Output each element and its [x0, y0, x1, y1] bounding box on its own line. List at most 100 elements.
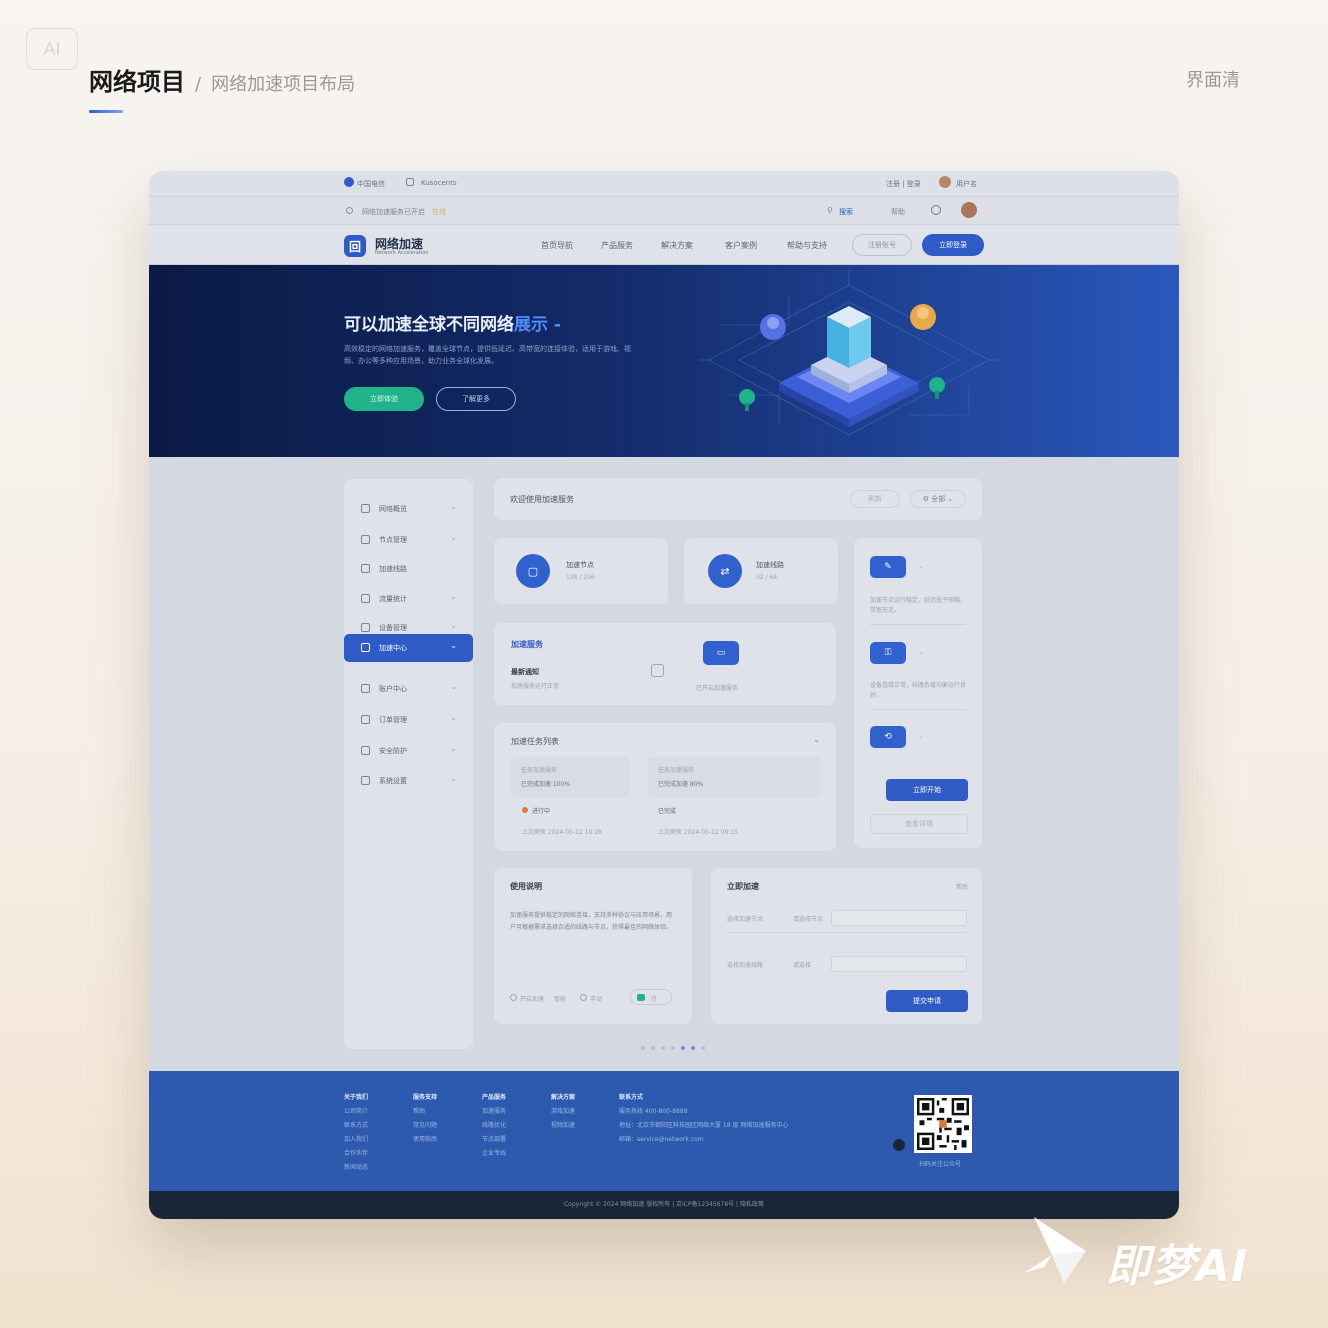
sidebar-item-settings[interactable]: 系统设置 ⌄ [344, 767, 473, 795]
stat-card-lines[interactable]: ⇄ 加速线路 32 / 64 [684, 538, 838, 604]
sidebar-item-overview[interactable]: 网络概览 ⌄ [344, 495, 473, 523]
sidebar-item-label: 订单管理 [379, 716, 407, 724]
footer-col-about: 关于我们 公司简介 联系方式 加入我们 合作伙伴 新闻动态 [344, 1091, 368, 1175]
pagination-dots[interactable] [641, 1046, 705, 1050]
nav-item-cases[interactable]: 客户案例 [725, 240, 757, 251]
panel-item-text: 加速节点运行稳定，延迟低于预期，带宽充足。 [870, 597, 967, 614]
login-register-link[interactable]: 注册 | 登录 [886, 179, 921, 189]
utility-tab[interactable]: Kusocents [421, 179, 457, 187]
accelerate-form-card: 立即加速 帮助 选择加速节点 请选择节点 选择加速线路 请选择 提交申请 [711, 868, 982, 1024]
footer-link[interactable]: 使用指南 [413, 1133, 437, 1147]
footer-col-heading: 服务支持 [413, 1094, 438, 1101]
pagination-dot[interactable] [651, 1046, 655, 1050]
nav-item-solutions[interactable]: 解决方案 [661, 240, 693, 251]
toggle-switch-icon[interactable]: ▭ [703, 641, 739, 665]
sidebar-item-acceleration[interactable]: 加速中心 ⌄ [344, 634, 473, 662]
footer-link[interactable]: 合作伙伴 [344, 1147, 368, 1161]
nav-item-support[interactable]: 帮助与支持 [787, 240, 827, 251]
user-avatar[interactable] [961, 202, 977, 218]
sidebar-item-nodes[interactable]: 节点管理 ⌄ [344, 526, 473, 554]
pagination-dot[interactable] [671, 1046, 675, 1050]
node-select-field[interactable] [831, 910, 967, 926]
pagination-dot[interactable] [691, 1046, 695, 1050]
route-icon [361, 564, 370, 573]
avatar[interactable] [939, 176, 951, 188]
camera-icon[interactable] [893, 1139, 905, 1151]
notice-card-subtitle: 最新通知 [511, 668, 539, 676]
sidebar: 网络概览 ⌄ 节点管理 ⌄ 加速线路 流量统计 ⌄ 设备管理 ⌄ 加速中心 ⌄ [344, 479, 473, 1049]
footer-text: 服务热线 400-800-8888 [619, 1108, 688, 1115]
toggle-switch[interactable]: 开 [630, 989, 672, 1005]
utility-bar: 中国电信 Kusocents 注册 | 登录 用户名 [149, 171, 1179, 197]
chevron-down-icon: ⌄ [918, 648, 924, 656]
footer-link[interactable]: 游戏加速 [551, 1105, 575, 1119]
pagination-dot[interactable] [701, 1046, 705, 1050]
radio-icon[interactable] [580, 994, 587, 1001]
brand-icon [344, 177, 354, 187]
sidebar-item-orders[interactable]: 订单管理 ⌄ [344, 706, 473, 734]
footer-text: 邮箱：service@network.com [619, 1136, 704, 1143]
task-item[interactable]: 任务加速服务 已完成加速 100% [511, 757, 630, 797]
filter-select[interactable]: ⚙ 全部 ⌄ [910, 490, 966, 508]
pagination-dot[interactable] [661, 1046, 665, 1050]
hero-secondary-button[interactable]: 了解更多 [436, 387, 516, 411]
footer-link[interactable]: 公司简介 [344, 1105, 368, 1119]
hero-description: 高效稳定的网络加速服务，覆盖全球节点，提供低延迟、高带宽的连接体验，适用于游戏、… [344, 345, 631, 365]
chevron-down-icon: ⌄ [450, 744, 457, 753]
service-notice-card: 加速服务 最新通知 加速服务运行正常 ▭ 已开启加速服务 [494, 623, 836, 705]
message-icon[interactable] [931, 205, 941, 215]
footer-link[interactable]: 企业专线 [482, 1147, 506, 1161]
usage-guide-card: 使用说明 加速服务提供稳定的网络连接，支持多种协议与应用场景。用户可根据需求选择… [494, 868, 692, 1024]
footer-col-heading: 联系方式 [619, 1094, 644, 1101]
option-label[interactable]: 智能 [554, 994, 566, 1003]
website-mockup: 中国电信 Kusocents 注册 | 登录 用户名 网络加速服务已开启 在线 … [149, 171, 1179, 1219]
footer-link[interactable]: 新闻动态 [344, 1161, 368, 1175]
chevron-down-icon[interactable]: ⌄ [813, 735, 820, 744]
footer-link[interactable]: 加入我们 [344, 1133, 368, 1147]
stat-card-nodes[interactable]: ▢ 加速节点 128 / 256 [494, 538, 668, 604]
qr-code-icon[interactable] [914, 1095, 972, 1153]
nav-item-home[interactable]: 首页导航 [541, 240, 573, 251]
sidebar-item-lines[interactable]: 加速线路 [344, 555, 473, 583]
details-button[interactable]: 查看详情 [870, 814, 968, 834]
footer-link[interactable]: 视频加速 [551, 1119, 575, 1133]
option-label[interactable]: 开启加速 [520, 994, 544, 1003]
register-button[interactable]: 注册账号 [852, 234, 912, 256]
edit-icon[interactable]: ✎ [870, 556, 906, 578]
lock-icon[interactable]: ⚿ [870, 642, 906, 664]
search-icon[interactable]: ⚲ [827, 206, 833, 215]
task-item[interactable]: 任务加速服务 已完成加速 80% [648, 757, 820, 797]
footer-link[interactable]: 常见问题 [413, 1119, 437, 1133]
isometric-server-illustration [699, 270, 999, 436]
line-select-field[interactable] [831, 956, 967, 972]
help-link[interactable]: 帮助 [891, 207, 905, 217]
pagination-dot[interactable] [641, 1046, 645, 1050]
footer-link[interactable]: 线路优化 [482, 1119, 506, 1133]
chevron-down-icon: ⌄ [450, 592, 457, 601]
logo-icon[interactable]: 回 [344, 235, 366, 257]
login-button[interactable]: 立即登录 [922, 234, 984, 256]
sidebar-item-traffic[interactable]: 流量统计 ⌄ [344, 585, 473, 613]
radio-icon[interactable] [510, 994, 517, 1001]
start-button[interactable]: 立即开始 [886, 779, 968, 801]
status-dot-icon [522, 807, 528, 813]
pagination-dot-active[interactable] [681, 1046, 685, 1050]
sidebar-item-security[interactable]: 安全防护 ⌄ [344, 737, 473, 765]
task-title: 任务加速服务 [521, 767, 558, 774]
hero-primary-button[interactable]: 立即体验 [344, 387, 424, 411]
submit-button[interactable]: 提交申请 [886, 990, 968, 1012]
form-help-tag[interactable]: 帮助 [956, 882, 968, 891]
footer-link[interactable]: 加速服务 [482, 1105, 506, 1119]
main-navbar: 回 网络加速 Network Acceleration 首页导航 产品服务 解决… [149, 225, 1179, 265]
refresh-button[interactable]: 刷新 [850, 490, 900, 508]
footer-link[interactable]: 节点部署 [482, 1133, 506, 1147]
option-label[interactable]: 手动 [590, 994, 602, 1003]
nav-item-products[interactable]: 产品服务 [601, 240, 633, 251]
footer-link[interactable]: 联系方式 [344, 1119, 368, 1133]
utility-username[interactable]: 用户名 [956, 179, 977, 189]
footer-link[interactable]: 帮助 [413, 1105, 437, 1119]
sidebar-item-account[interactable]: 账户中心 ⌄ [344, 675, 473, 703]
notice-bar: 网络加速服务已开启 在线 ⚲ 搜索 帮助 [149, 197, 1179, 225]
search-link[interactable]: 搜索 [839, 207, 853, 217]
link-icon[interactable]: ⟲ [870, 726, 906, 748]
